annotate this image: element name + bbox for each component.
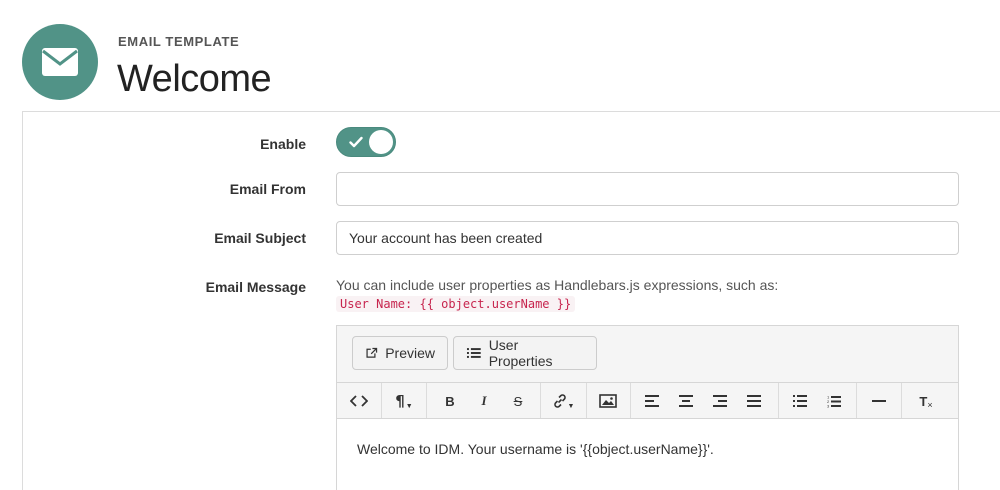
page-header: EMAIL TEMPLATE Welcome [0, 0, 1000, 112]
email-subject-input[interactable] [336, 221, 959, 255]
clear-format-x: × [927, 400, 933, 410]
handlebars-help-text: You can include user properties as Handl… [336, 277, 779, 293]
strike-glyph: S [513, 393, 523, 409]
check-icon [349, 136, 363, 148]
align-left-icon[interactable] [635, 383, 669, 419]
strikethrough-icon[interactable]: S [501, 383, 535, 419]
code-view-icon[interactable] [337, 383, 381, 419]
paragraph-icon[interactable]: ¶ ▼ [382, 383, 426, 419]
italic-icon[interactable]: I [467, 383, 501, 419]
image-icon[interactable] [587, 383, 629, 419]
email-message-label: Email Message [205, 279, 306, 295]
toggle-knob [369, 130, 393, 154]
bold-icon[interactable]: B [433, 383, 467, 419]
dropdown-caret-icon: ▼ [567, 402, 575, 410]
dropdown-caret-icon: ▼ [405, 402, 413, 410]
enable-label: Enable [260, 136, 306, 152]
enable-toggle[interactable] [336, 127, 396, 157]
editor-content-area[interactable]: Welcome to IDM. Your username is '{{obje… [337, 418, 958, 490]
align-justify-icon[interactable] [737, 383, 771, 419]
email-message-editor: Preview User Properties ¶ ▼ B I S ▼ 1 2 … [336, 325, 959, 490]
align-right-icon[interactable] [703, 383, 737, 419]
toolbar-separator [778, 383, 779, 419]
toolbar-separator [426, 383, 427, 419]
horizontal-rule-icon[interactable] [857, 383, 901, 419]
page-title: Welcome [117, 58, 272, 100]
ordered-list-number: 3 [827, 403, 830, 408]
email-subject-label: Email Subject [214, 230, 306, 246]
toolbar-separator [630, 383, 631, 419]
preview-button-label: Preview [385, 345, 435, 361]
clear-format-glyph: T [919, 393, 928, 409]
link-icon[interactable]: ▼ [541, 383, 585, 419]
align-center-icon[interactable] [669, 383, 703, 419]
external-link-icon [366, 347, 378, 358]
editor-toolbar: ¶ ▼ B I S ▼ 1 2 3 T × [337, 382, 958, 419]
ordered-list-icon[interactable]: 1 2 3 [817, 383, 851, 419]
envelope-icon [22, 24, 98, 100]
clear-format-icon[interactable]: T × [902, 383, 950, 419]
email-from-label: Email From [229, 181, 306, 197]
italic-glyph: I [481, 393, 487, 408]
preview-button[interactable]: Preview [352, 336, 448, 370]
editor-action-bar: Preview User Properties [337, 326, 958, 382]
unordered-list-icon[interactable] [783, 383, 817, 419]
page-eyebrow: EMAIL TEMPLATE [118, 34, 240, 49]
email-from-input[interactable] [336, 172, 959, 206]
editor-body-text: Welcome to IDM. Your username is '{{obje… [357, 441, 714, 457]
handlebars-code-sample: User Name: {{ object.userName }} [336, 296, 576, 312]
bold-glyph: B [445, 393, 455, 409]
user-properties-button-label: User Properties [488, 337, 553, 369]
user-properties-button[interactable]: User Properties [453, 336, 597, 370]
list-icon [466, 348, 481, 358]
paragraph-glyph: ¶ [395, 392, 405, 410]
